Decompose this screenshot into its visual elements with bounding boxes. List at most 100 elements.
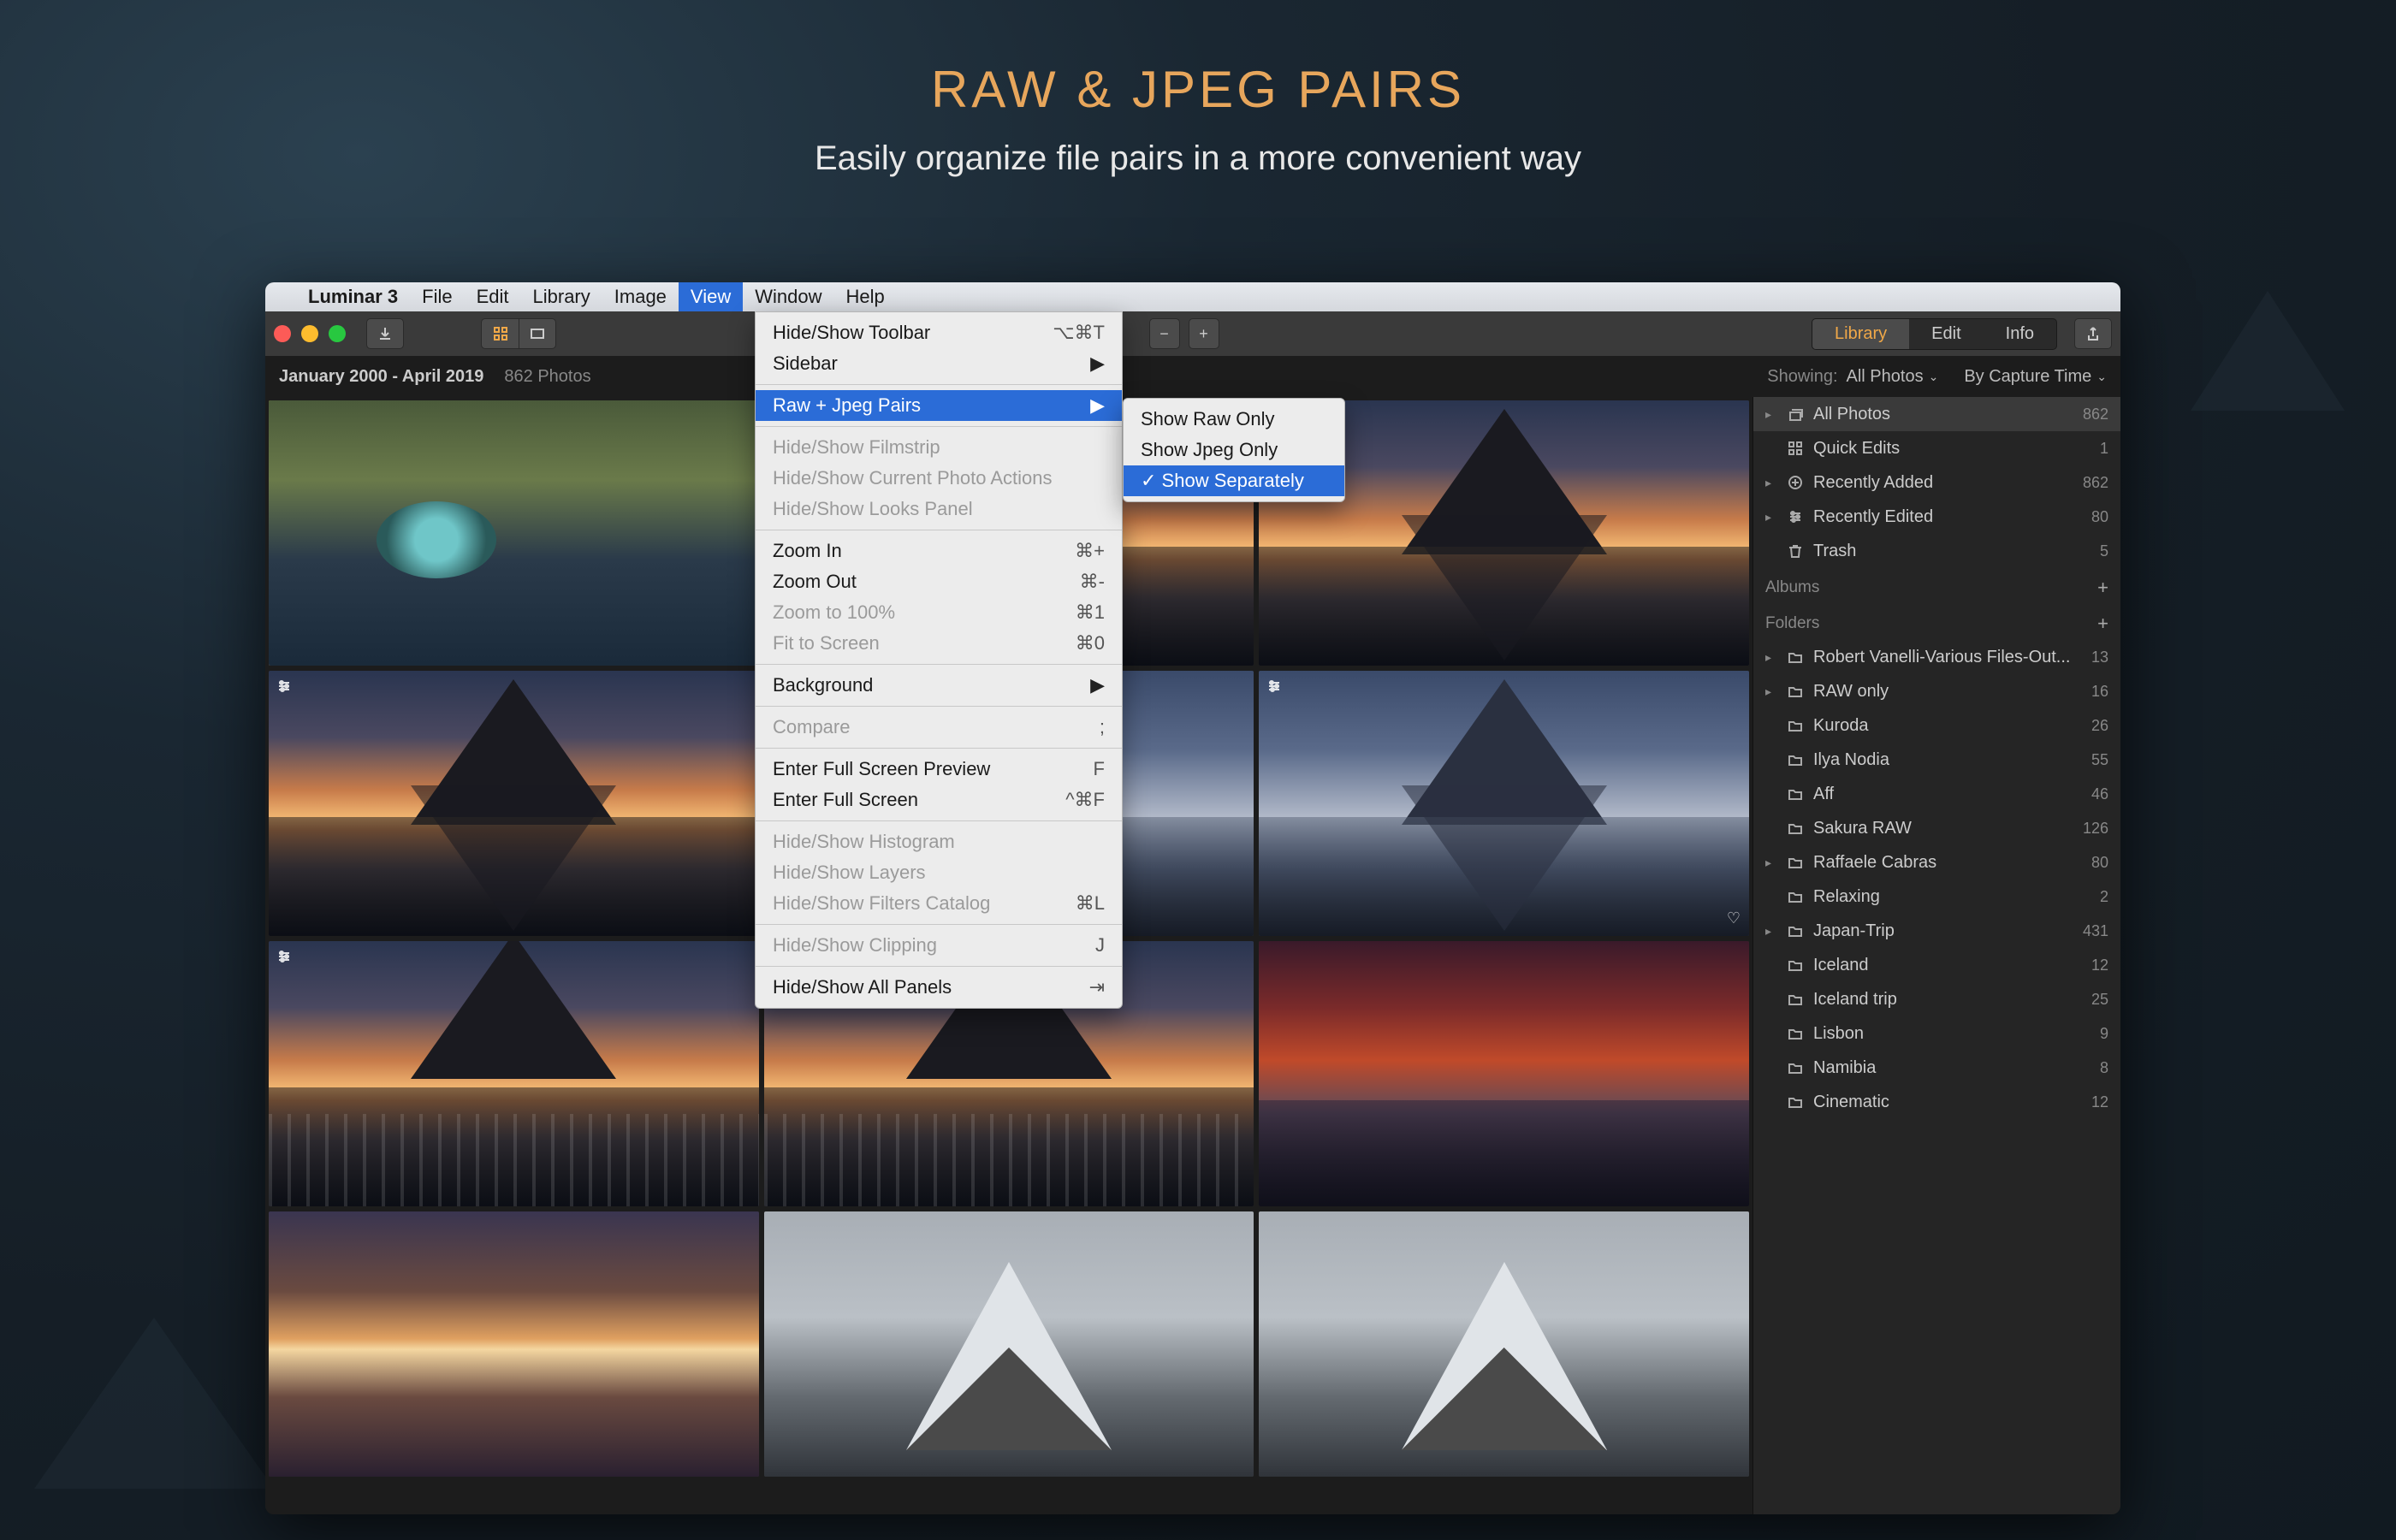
menu-item[interactable]: Hide/Show Toolbar⌥⌘T bbox=[756, 317, 1122, 348]
tab-info[interactable]: Info bbox=[1984, 319, 2056, 349]
menu-item[interactable]: ✓ Show Separately bbox=[1124, 465, 1344, 496]
thumbnail[interactable] bbox=[269, 671, 759, 936]
menu-item[interactable]: Show Jpeg Only bbox=[1124, 435, 1344, 465]
submenu-arrow-icon: ▶ bbox=[1090, 674, 1105, 696]
menu-image[interactable]: Image bbox=[602, 282, 679, 311]
folder-item[interactable]: Aff46 bbox=[1753, 777, 2120, 811]
menu-library[interactable]: Library bbox=[521, 282, 602, 311]
menu-item[interactable]: Zoom In⌘+ bbox=[756, 536, 1122, 566]
trash-icon bbox=[1786, 542, 1805, 560]
app-name[interactable]: Luminar 3 bbox=[296, 286, 410, 308]
sort-dropdown[interactable]: By Capture Time ⌄ bbox=[1964, 367, 2107, 387]
thumbnail[interactable] bbox=[269, 400, 759, 666]
menu-item[interactable]: Background ▶ bbox=[756, 670, 1122, 701]
folder-item[interactable]: Cinematic12 bbox=[1753, 1085, 2120, 1119]
sidebar-item-all-photos[interactable]: ▸All Photos862 bbox=[1753, 397, 2120, 431]
folder-item[interactable]: ▸Raffaele Cabras80 bbox=[1753, 845, 2120, 880]
menu-item[interactable]: Show Raw Only bbox=[1124, 404, 1344, 435]
menu-item-label: Hide/Show Toolbar bbox=[773, 322, 930, 344]
thumbnail[interactable] bbox=[269, 941, 759, 1206]
plus-icon[interactable]: + bbox=[2097, 613, 2108, 635]
folder-icon bbox=[1786, 751, 1805, 768]
minimize-window-button[interactable] bbox=[301, 325, 318, 342]
folder-name: Ilya Nodia bbox=[1813, 750, 2083, 770]
menu-item-label: Raw + Jpeg Pairs bbox=[773, 394, 921, 417]
folder-item[interactable]: ▸Japan-Trip431 bbox=[1753, 914, 2120, 948]
disclosure-icon: ▸ bbox=[1765, 650, 1777, 665]
menu-item-label: Enter Full Screen bbox=[773, 789, 918, 811]
import-button[interactable] bbox=[366, 318, 404, 349]
folder-name: Japan-Trip bbox=[1813, 921, 2074, 941]
single-view-button[interactable] bbox=[519, 318, 556, 349]
tab-library[interactable]: Library bbox=[1812, 319, 1909, 349]
thumbnail[interactable] bbox=[764, 1211, 1254, 1477]
showing-filter-dropdown[interactable]: Showing: All Photos ⌄ bbox=[1767, 367, 1938, 387]
folder-item[interactable]: Iceland trip25 bbox=[1753, 982, 2120, 1016]
folder-count: 2 bbox=[2100, 888, 2108, 906]
folder-item[interactable]: Relaxing 2 bbox=[1753, 880, 2120, 914]
thumbnail[interactable] bbox=[269, 1211, 759, 1477]
folder-icon bbox=[1786, 717, 1805, 734]
menu-item-label: Hide/Show Histogram bbox=[773, 831, 955, 853]
heart-icon[interactable]: ♡ bbox=[1727, 909, 1741, 927]
sidebar-item-recently-edited[interactable]: ▸Recently Edited80 bbox=[1753, 500, 2120, 534]
folder-item[interactable]: Iceland12 bbox=[1753, 948, 2120, 982]
albums-section-header[interactable]: Albums + bbox=[1753, 568, 2120, 604]
sliders-icon bbox=[276, 678, 294, 701]
menu-item-label: Hide/Show Filters Catalog bbox=[773, 892, 990, 915]
folder-name: Iceland trip bbox=[1813, 990, 2083, 1010]
folder-item[interactable]: Kuroda26 bbox=[1753, 708, 2120, 743]
share-button[interactable] bbox=[2074, 318, 2112, 349]
folder-item[interactable]: Ilya Nodia55 bbox=[1753, 743, 2120, 777]
folder-count: 80 bbox=[2091, 854, 2108, 872]
menu-file[interactable]: File bbox=[410, 282, 464, 311]
folder-item[interactable]: Sakura RAW126 bbox=[1753, 811, 2120, 845]
menu-window[interactable]: Window bbox=[743, 282, 833, 311]
folders-section-header[interactable]: Folders + bbox=[1753, 604, 2120, 640]
sidebar-item-recently-added[interactable]: ▸Recently Added862 bbox=[1753, 465, 2120, 500]
folder-icon bbox=[1786, 683, 1805, 700]
sliders-icon bbox=[1786, 508, 1805, 525]
zoom-window-button[interactable] bbox=[329, 325, 346, 342]
folder-count: 8 bbox=[2100, 1059, 2108, 1077]
menu-item[interactable]: Zoom Out⌘- bbox=[756, 566, 1122, 597]
folder-item[interactable]: Namibia8 bbox=[1753, 1051, 2120, 1085]
menu-help[interactable]: Help bbox=[833, 282, 896, 311]
folder-icon bbox=[1786, 1025, 1805, 1042]
date-range: January 2000 - April 2019 bbox=[279, 367, 483, 387]
sidebar-item-count: 80 bbox=[2091, 508, 2108, 526]
menu-item[interactable]: Raw + Jpeg Pairs▶ bbox=[756, 390, 1122, 421]
folder-item[interactable]: Lisbon9 bbox=[1753, 1016, 2120, 1051]
menu-item[interactable]: Enter Full Screen PreviewF bbox=[756, 754, 1122, 785]
menu-shortcut: F bbox=[1094, 758, 1105, 780]
thumbnail[interactable] bbox=[1259, 941, 1749, 1206]
plus-icon[interactable]: + bbox=[2097, 577, 2108, 599]
close-window-button[interactable] bbox=[274, 325, 291, 342]
folder-name: Relaxing bbox=[1813, 887, 2091, 907]
menu-item-label: Hide/Show All Panels bbox=[773, 976, 952, 998]
grid-icon bbox=[1786, 440, 1805, 457]
menu-shortcut: ^⌘F bbox=[1065, 789, 1105, 811]
sidebar-item-quick-edits[interactable]: Quick Edits1 bbox=[1753, 431, 2120, 465]
folder-count: 16 bbox=[2091, 683, 2108, 701]
menu-item: Hide/Show ClippingJ bbox=[756, 930, 1122, 961]
folder-item[interactable]: ▸RAW only16 bbox=[1753, 674, 2120, 708]
folder-item[interactable]: ▸Robert Vanelli-Various Files-Out...13 bbox=[1753, 640, 2120, 674]
menu-view[interactable]: View bbox=[679, 282, 743, 311]
promo-subtitle: Easily organize file pairs in a more con… bbox=[0, 119, 2396, 178]
menu-edit[interactable]: Edit bbox=[465, 282, 521, 311]
menu-item[interactable]: Sidebar▶ bbox=[756, 348, 1122, 379]
thumbnail[interactable] bbox=[1259, 1211, 1749, 1477]
folder-icon bbox=[1786, 957, 1805, 974]
plus-button[interactable]: + bbox=[1189, 318, 1219, 349]
grid-view-button[interactable] bbox=[481, 318, 519, 349]
menu-item: Hide/Show Histogram bbox=[756, 826, 1122, 857]
tab-edit[interactable]: Edit bbox=[1909, 319, 1983, 349]
sidebar-item-trash[interactable]: Trash5 bbox=[1753, 534, 2120, 568]
menu-item-label: Background bbox=[773, 674, 873, 696]
menu-item[interactable]: Enter Full Screen ^⌘F bbox=[756, 785, 1122, 815]
collection-header: January 2000 - April 2019 862 Photos Sho… bbox=[265, 356, 2120, 397]
minus-button[interactable]: − bbox=[1149, 318, 1180, 349]
menu-item[interactable]: Hide/Show All Panels⇥ bbox=[756, 972, 1122, 1003]
thumbnail[interactable]: ♡ bbox=[1259, 671, 1749, 936]
